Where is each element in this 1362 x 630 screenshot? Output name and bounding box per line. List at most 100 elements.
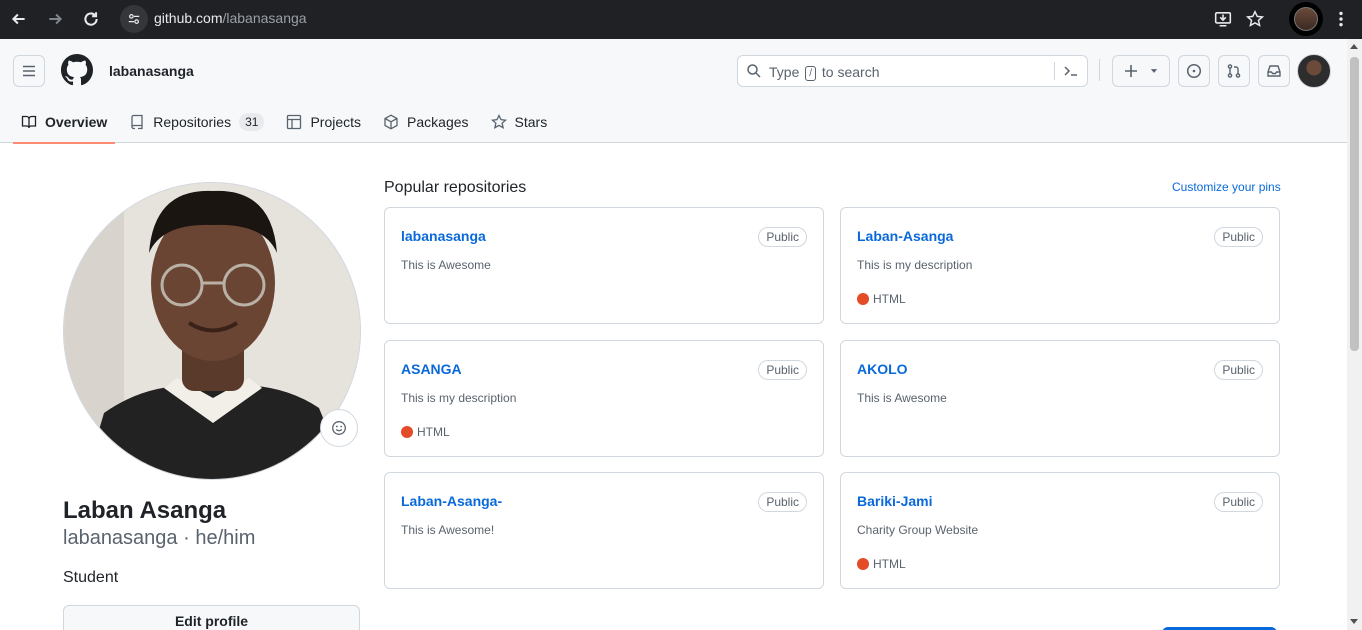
browser-toolbar: github.com/labanasanga	[0, 0, 1362, 39]
repo-language: HTML	[857, 557, 906, 571]
create-new-button[interactable]	[1112, 55, 1170, 87]
scroll-down-arrow[interactable]	[1350, 619, 1358, 624]
table-icon	[287, 114, 302, 130]
search-input[interactable]: Type / to search	[737, 55, 1088, 87]
install-app-button[interactable]	[1208, 4, 1238, 34]
search-shortcut-key: /	[805, 66, 817, 81]
repo-name-link[interactable]: Laban-Asanga	[857, 228, 953, 244]
visibility-badge: Public	[758, 360, 807, 380]
repo-name-link[interactable]: Bariki-Jami	[857, 493, 932, 509]
open-navigation-button[interactable]	[13, 55, 45, 87]
tab-stars[interactable]: Stars	[483, 101, 556, 143]
popular-repositories-heading: Popular repositories	[384, 179, 527, 196]
search-suffix: to search	[821, 64, 880, 80]
star-icon	[490, 114, 507, 129]
browser-profile-avatar[interactable]	[1289, 2, 1323, 36]
language-color-dot	[401, 426, 413, 438]
language-color-dot	[857, 293, 869, 305]
tune-icon	[128, 14, 140, 24]
visibility-badge: Public	[1214, 492, 1263, 512]
profile-avatar[interactable]	[63, 182, 361, 480]
url-host: github.com	[154, 10, 223, 26]
browser-menu-button[interactable]	[1326, 4, 1356, 34]
plus-icon	[1125, 65, 1137, 77]
address-bar[interactable]: github.com/labanasanga	[154, 10, 307, 26]
pinned-repo-card: Laban-Asanga Public This is my descripti…	[840, 207, 1280, 324]
scroll-up-arrow[interactable]	[1350, 44, 1358, 49]
header-divider	[1099, 59, 1100, 81]
issues-button[interactable]	[1178, 55, 1210, 87]
star-outline-icon	[1246, 10, 1264, 27]
tab-packages[interactable]: Packages	[375, 101, 476, 143]
repo-description: Charity Group Website	[857, 523, 979, 537]
arrow-left-icon	[11, 13, 25, 25]
repo-description: This is my description	[857, 258, 973, 272]
tab-projects-label: Projects	[310, 114, 362, 130]
pinned-repo-card: AKOLO Public This is Awesome	[840, 340, 1280, 457]
inbox-icon	[1267, 65, 1281, 77]
visibility-badge: Public	[758, 227, 807, 247]
repo-name-link[interactable]: AKOLO	[857, 361, 908, 377]
github-header: labanasanga Type / to search Overview Re…	[0, 39, 1347, 144]
kebab-menu-icon	[1339, 11, 1343, 27]
profile-photo	[64, 183, 360, 479]
arrow-right-icon	[49, 13, 63, 25]
set-status-button[interactable]	[320, 409, 358, 447]
pinned-repo-card: ASANGA Public This is my description HTM…	[384, 340, 824, 457]
repo-description: This is Awesome	[401, 258, 491, 272]
avatar-image	[1294, 7, 1318, 31]
back-button[interactable]	[4, 4, 34, 34]
profile-bio: Student	[63, 569, 119, 586]
repo-icon	[131, 114, 143, 130]
reload-button[interactable]	[76, 4, 106, 34]
search-prefix: Type	[769, 64, 800, 80]
visibility-badge: Public	[758, 492, 807, 512]
repo-name-link[interactable]: ASANGA	[401, 361, 462, 377]
command-palette-icon[interactable]	[1062, 63, 1080, 79]
triangle-down-icon	[1150, 69, 1158, 73]
customize-pins-link[interactable]: Customize your pins	[1172, 180, 1281, 194]
repo-name-link[interactable]: Laban-Asanga-	[401, 493, 502, 509]
repo-language-label: HTML	[417, 425, 450, 439]
tab-repositories-label: Repositories	[153, 114, 232, 130]
repo-language: HTML	[401, 425, 450, 439]
inbox-button[interactable]	[1258, 55, 1290, 87]
profile-login-pronouns: labanasanga · he/him	[63, 527, 256, 549]
profile-tabs: Overview Repositories 31 Projects Packag…	[13, 101, 561, 144]
repo-language-label: HTML	[873, 292, 906, 306]
repo-description: This is Awesome!	[401, 523, 495, 537]
smiley-icon	[332, 421, 346, 435]
pinned-repo-card: Laban-Asanga- Public This is Awesome!	[384, 472, 824, 589]
search-icon	[747, 64, 761, 78]
bookmark-button[interactable]	[1240, 4, 1270, 34]
pinned-repo-card: labanasanga Public This is Awesome	[384, 207, 824, 324]
github-logo-icon[interactable]	[61, 54, 93, 86]
reload-icon	[84, 12, 98, 26]
site-info-button[interactable]	[120, 5, 148, 33]
tab-stars-label: Stars	[514, 114, 548, 130]
pinned-repo-card: Bariki-Jami Public Charity Group Website…	[840, 472, 1280, 589]
user-avatar-button[interactable]	[1297, 54, 1331, 88]
forward-button[interactable]	[40, 4, 70, 34]
tab-overview[interactable]: Overview	[13, 101, 116, 144]
context-username[interactable]: labanasanga	[109, 63, 194, 79]
git-pull-request-icon	[1227, 64, 1241, 78]
search-divider	[1054, 62, 1055, 80]
language-color-dot	[857, 558, 869, 570]
tab-projects[interactable]: Projects	[278, 101, 369, 143]
repositories-count-badge: 31	[239, 113, 265, 131]
repo-language: HTML	[857, 292, 906, 306]
install-icon	[1214, 12, 1232, 27]
repo-name-link[interactable]: labanasanga	[401, 228, 486, 244]
package-icon	[384, 114, 398, 130]
tab-overview-label: Overview	[45, 114, 108, 130]
edit-profile-button[interactable]: Edit profile	[63, 605, 360, 630]
page-scrollbar[interactable]	[1347, 39, 1362, 630]
tab-repositories[interactable]: Repositories 31	[121, 101, 272, 143]
scrollbar-thumb[interactable]	[1350, 57, 1359, 351]
repo-language-label: HTML	[873, 557, 906, 571]
search-placeholder: Type / to search	[769, 64, 880, 81]
profile-name: Laban Asanga	[63, 497, 227, 524]
issue-opened-icon	[1186, 63, 1202, 79]
pull-requests-button[interactable]	[1218, 55, 1250, 87]
